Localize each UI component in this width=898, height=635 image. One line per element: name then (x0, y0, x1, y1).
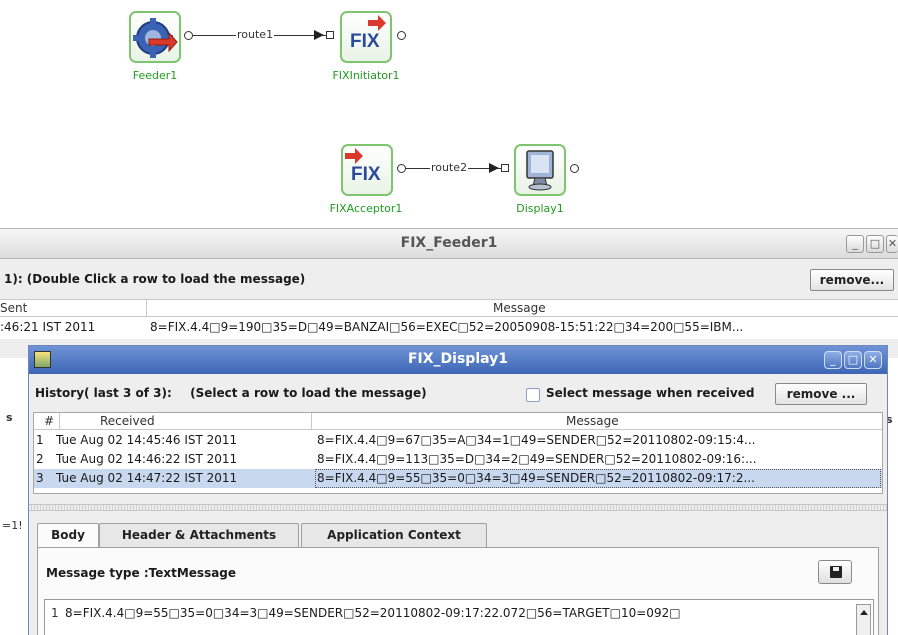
floppy-disk-icon (830, 566, 842, 578)
display-window: FIX_Display1 _ □ ✕ History( last 3 of 3)… (28, 345, 888, 635)
table-row[interactable]: 2 Tue Aug 02 14:46:22 IST 2011 8=FIX.4.4… (34, 450, 882, 469)
header-divider (0, 316, 898, 317)
fixacceptor-node[interactable]: FIX (341, 144, 393, 196)
background-fragment: s (6, 411, 13, 424)
cell-number: 3 (36, 471, 44, 485)
history-instruction: (Select a row to load the message) (190, 386, 427, 400)
fixinitiator-out-port[interactable] (397, 31, 406, 40)
body-tab-panel: Message type :TextMessage 1 8=FIX.4.4□9=… (37, 547, 879, 635)
fixinitiator-node-label: FIXInitiator1 (332, 69, 400, 82)
fixinitiator-node[interactable]: FIX (340, 11, 392, 63)
feeder-out-port[interactable] (184, 31, 193, 40)
feeder-node[interactable] (129, 11, 181, 63)
cell-message: 8=FIX.4.4□9=190□35=D□49=BANZAI□56=EXEC□5… (150, 320, 744, 334)
column-divider[interactable] (311, 413, 312, 430)
minimize-icon[interactable]: _ (846, 235, 864, 253)
cell-sent: :46:21 IST 2011 (0, 320, 96, 334)
message-content[interactable]: 8=FIX.4.4□9=55□35=0□34=3□49=SENDER□52=20… (65, 606, 681, 620)
column-header-number[interactable]: # (44, 414, 54, 428)
select-on-receive-label[interactable]: Select message when received (546, 386, 754, 400)
route1-label: route1 (236, 28, 275, 41)
cell-message: 8=FIX.4.4□9=113□35=D□34=2□49=SENDER□52=2… (317, 452, 757, 466)
select-on-receive-checkbox[interactable] (526, 388, 540, 402)
close-icon[interactable]: ✕ (886, 235, 898, 253)
fixacceptor-fix-text: FIX (351, 164, 381, 185)
scroll-up-button[interactable] (856, 604, 871, 635)
column-header-message[interactable]: Message (566, 414, 619, 428)
feeder-window: FIX_Feeder1 _ □ ✕ 1): (Double Click a ro… (0, 228, 898, 358)
column-header-sent[interactable]: Sent (0, 301, 27, 315)
cell-number: 1 (36, 433, 44, 447)
tab-body[interactable]: Body (37, 523, 99, 548)
save-button[interactable] (818, 560, 852, 584)
line-number: 1 (51, 606, 59, 620)
flow-canvas[interactable]: Feeder1 route1 FIX FIXInitiator1 FIX FIX… (0, 0, 898, 226)
fix-arrow-icon (368, 15, 386, 31)
fix-arrow-icon (345, 148, 363, 164)
display-window-title: FIX_Display1 (407, 351, 509, 367)
maximize-icon[interactable]: □ (866, 235, 884, 253)
history-table[interactable]: # Received Message 1 Tue Aug 02 14:45:46… (33, 412, 883, 494)
history-label: History( last 3 of 3): (Select a row to … (35, 386, 427, 400)
close-icon[interactable]: ✕ (864, 351, 882, 369)
column-divider[interactable] (59, 413, 60, 430)
feeder-gear-icon (133, 18, 178, 58)
column-header-received[interactable]: Received (100, 414, 155, 428)
table-row-selected[interactable]: 3 Tue Aug 02 14:47:22 IST 2011 8=FIX.4.4… (34, 469, 882, 488)
cell-received: Tue Aug 02 14:45:46 IST 2011 (56, 433, 238, 447)
message-editor[interactable]: 1 8=FIX.4.4□9=55□35=0□34=3□49=SENDER□52=… (44, 599, 874, 635)
feeder-node-label: Feeder1 (132, 69, 178, 82)
minimize-icon[interactable]: _ (824, 351, 842, 369)
route1-arrow-icon (314, 30, 324, 40)
fixinitiator-fix-text: FIX (350, 31, 380, 52)
feeder-window-title: FIX_Feeder1 (400, 235, 498, 251)
cell-message: 8=FIX.4.4□9=55□35=0□34=3□49=SENDER□52=20… (317, 471, 755, 485)
column-divider[interactable] (146, 300, 147, 316)
display-in-port[interactable] (501, 164, 509, 172)
feeder-history-label: 1): (Double Click a row to load the mess… (4, 272, 306, 286)
display-node-label: Display1 (516, 202, 564, 215)
display-out-port[interactable] (570, 164, 579, 173)
maximize-icon[interactable]: □ (844, 351, 862, 369)
feeder-message-table[interactable]: Sent Message :46:21 IST 2011 8=FIX.4.4□9… (0, 299, 898, 339)
display-title-bar[interactable]: FIX_Display1 _ □ ✕ (29, 346, 887, 374)
cell-received: Tue Aug 02 14:47:22 IST 2011 (56, 471, 238, 485)
route2-label: route2 (430, 161, 469, 174)
fixinitiator-in-port[interactable] (326, 31, 334, 39)
tab-header-attachments[interactable]: Header & Attachments (99, 523, 299, 547)
tab-application-context[interactable]: Application Context (301, 523, 487, 547)
route2-arrow-icon (489, 163, 499, 173)
message-type-label: Message type :TextMessage (46, 566, 237, 580)
column-header-message[interactable]: Message (493, 301, 546, 315)
fixacceptor-node-label: FIXAcceptor1 (329, 202, 403, 215)
fixacceptor-out-port[interactable] (397, 164, 406, 173)
table-header: # Received Message (34, 413, 882, 430)
monitor-icon (526, 150, 554, 191)
feeder-title-bar[interactable]: FIX_Feeder1 _ □ ✕ (0, 229, 898, 259)
display-node[interactable] (514, 144, 566, 196)
background-fragment: =1! (2, 519, 23, 532)
pane-splitter[interactable] (29, 504, 887, 511)
table-row[interactable]: 1 Tue Aug 02 14:45:46 IST 2011 8=FIX.4.4… (34, 431, 882, 450)
cell-message: 8=FIX.4.4□9=67□35=A□34=1□49=SENDER□52=20… (317, 433, 756, 447)
feeder-remove-button[interactable]: remove... (810, 269, 894, 291)
history-count: History( last 3 of 3): (35, 386, 172, 400)
cell-received: Tue Aug 02 14:46:22 IST 2011 (56, 452, 238, 466)
display-remove-button[interactable]: remove ... (775, 383, 867, 405)
cell-number: 2 (36, 452, 44, 466)
